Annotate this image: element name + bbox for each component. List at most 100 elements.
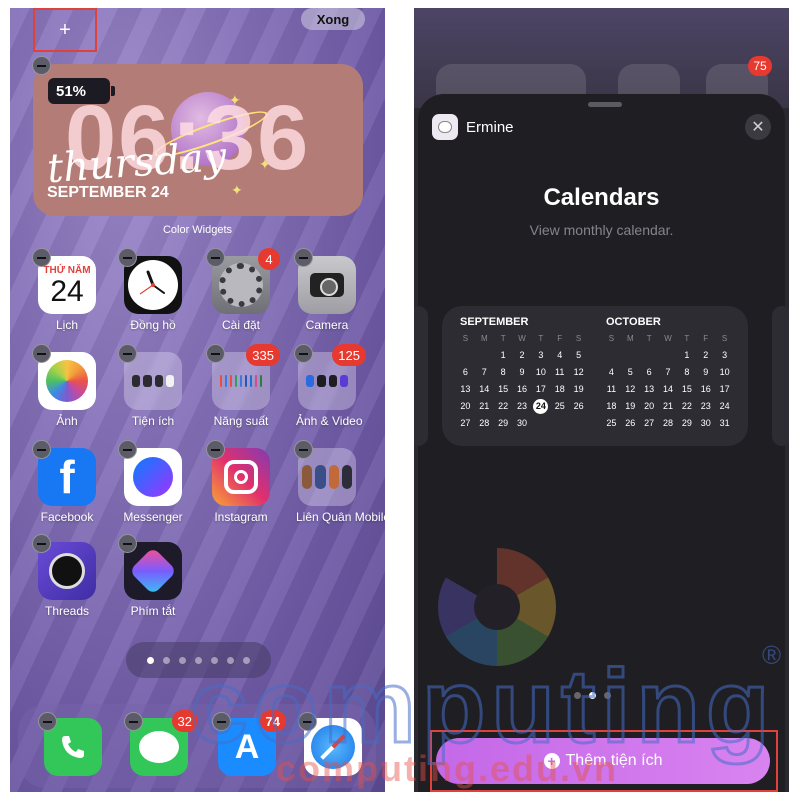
empty-day-cell <box>640 348 659 363</box>
app-facebook[interactable]: f Facebook <box>36 448 98 524</box>
weekday-header: F <box>703 334 709 343</box>
app-label: Ảnh & Video <box>296 414 363 428</box>
remove-app-icon[interactable] <box>294 248 313 267</box>
app-label: Cài đặt <box>221 318 261 332</box>
done-button[interactable]: Xong <box>301 8 365 30</box>
next-widget-preview[interactable] <box>772 306 789 446</box>
remove-app-icon[interactable] <box>32 534 51 553</box>
app-label: Camera <box>305 318 349 332</box>
folder-lien-quan[interactable]: Liên Quân Mobile <box>296 448 385 524</box>
folder-photo-video[interactable]: 125 Ảnh & Video <box>296 344 366 428</box>
weekday-header: M <box>480 334 488 343</box>
day-cell: 5 <box>627 367 633 377</box>
shortcuts-layers-icon <box>128 546 178 596</box>
remove-app-icon[interactable] <box>124 712 143 731</box>
add-widget-plus-button[interactable]: + <box>33 8 97 52</box>
remove-folder-icon[interactable] <box>206 344 225 363</box>
day-cell: 21 <box>662 401 673 411</box>
day-cell: 23 <box>700 401 711 411</box>
app-label: Phím tắt <box>130 604 176 618</box>
app-clock[interactable]: Đồng hồ <box>122 256 184 332</box>
day-cell: 18 <box>606 401 617 411</box>
threads-lens-icon <box>49 553 85 589</box>
calendar-icon-day: 24 <box>50 275 84 308</box>
day-cell: 11 <box>606 384 617 394</box>
day-cell: 30 <box>516 418 527 428</box>
instagram-camera-icon <box>224 460 258 494</box>
folder-productivity[interactable]: 335 Năng suất <box>210 344 280 428</box>
day-cell: 11 <box>555 367 565 377</box>
remove-folder-icon[interactable] <box>118 344 137 363</box>
day-cell: 23 <box>516 401 527 411</box>
weekday-header: S <box>721 334 728 343</box>
notification-badge: 4 <box>258 248 280 270</box>
day-cell: 8 <box>684 367 690 377</box>
day-cell: 20 <box>644 401 655 411</box>
remove-app-icon[interactable] <box>118 248 137 267</box>
day-cell: 24 <box>719 401 730 411</box>
page-dot[interactable] <box>163 656 170 664</box>
weekday-header: S <box>575 334 582 343</box>
day-cell: 10 <box>535 367 546 377</box>
weekday-header: S <box>608 334 615 343</box>
app-threads[interactable]: Threads <box>36 542 98 618</box>
remove-app-icon[interactable] <box>32 248 51 267</box>
day-cell: 30 <box>700 418 711 428</box>
day-cell: 6 <box>462 367 468 377</box>
widget-title: Calendars <box>543 184 660 211</box>
day-cell: 26 <box>573 401 584 411</box>
month-calendar: OCTOBER S M T W T F S 1 2 3 4 5 6 7 8 9 10 11 12 13 14 15 16 17 1… <box>602 316 734 436</box>
app-settings[interactable]: 4 Cài đặt <box>210 248 280 332</box>
weekday-header: W <box>664 334 672 343</box>
app-label: Lịch <box>55 318 78 332</box>
weekday-header: T <box>646 334 652 343</box>
remove-app-icon[interactable] <box>32 440 51 459</box>
sparkle-icon: ✦ <box>231 182 243 198</box>
color-widget[interactable]: 06:36 51% thursday SEPTEMBER 24 ✦ ✦ ✦ <box>33 64 363 216</box>
remove-app-icon[interactable] <box>118 534 137 553</box>
day-cell: 22 <box>498 401 509 411</box>
close-button[interactable]: ✕ <box>745 114 771 140</box>
weekday-header: S <box>462 334 469 343</box>
ermine-app-icon <box>432 114 458 140</box>
remove-folder-icon[interactable] <box>294 344 313 363</box>
remove-app-icon[interactable] <box>206 440 225 459</box>
day-cell: 5 <box>576 350 582 360</box>
app-label: Threads <box>44 604 90 618</box>
day-cell: 15 <box>681 384 692 394</box>
watermark-domain: computing.edu.vn <box>276 748 618 789</box>
page-dot[interactable] <box>147 656 154 664</box>
background-badge: 75 <box>748 56 772 76</box>
empty-day-cell <box>621 348 640 363</box>
day-cell: 27 <box>460 418 471 428</box>
day-cell: 3 <box>722 350 728 360</box>
remove-app-icon[interactable] <box>118 440 137 459</box>
day-cell: 9 <box>703 367 709 377</box>
app-calendar[interactable]: THỨ NĂM 24 Lịch <box>36 256 98 332</box>
messenger-bubble-icon <box>133 457 173 497</box>
remove-widget-icon[interactable] <box>32 56 51 75</box>
folder-utilities[interactable]: Tiện ích <box>122 352 184 428</box>
message-bubble-icon <box>139 731 179 763</box>
photos-flower-icon <box>46 360 88 402</box>
weekday-header: M <box>626 334 634 343</box>
day-cell: 8 <box>500 367 506 377</box>
app-shortcuts[interactable]: Phím tắt <box>122 542 184 618</box>
app-messenger[interactable]: Messenger <box>122 448 184 524</box>
remove-app-icon[interactable] <box>32 344 51 363</box>
day-cell: 20 <box>460 401 471 411</box>
app-photos[interactable]: Ảnh <box>36 352 98 428</box>
weekday-header: T <box>538 334 544 343</box>
app-label: Instagram <box>214 510 268 524</box>
remove-app-icon[interactable] <box>206 248 225 267</box>
app-instagram[interactable]: Instagram <box>210 448 272 524</box>
day-cell: 17 <box>719 384 730 394</box>
weekday-header: T <box>684 334 690 343</box>
remove-folder-icon[interactable] <box>294 440 313 459</box>
page-dot[interactable] <box>179 656 186 664</box>
previous-widget-preview[interactable] <box>414 306 428 446</box>
remove-app-icon[interactable] <box>38 712 57 731</box>
sheet-grabber[interactable] <box>588 102 622 107</box>
calendar-widget-preview[interactable]: SEPTEMBER S M T W T F S 1 2 3 4 5 6 7 8 9 10 11 12 13 14 15 16 1… <box>442 306 748 446</box>
app-camera[interactable]: Camera <box>296 256 358 332</box>
